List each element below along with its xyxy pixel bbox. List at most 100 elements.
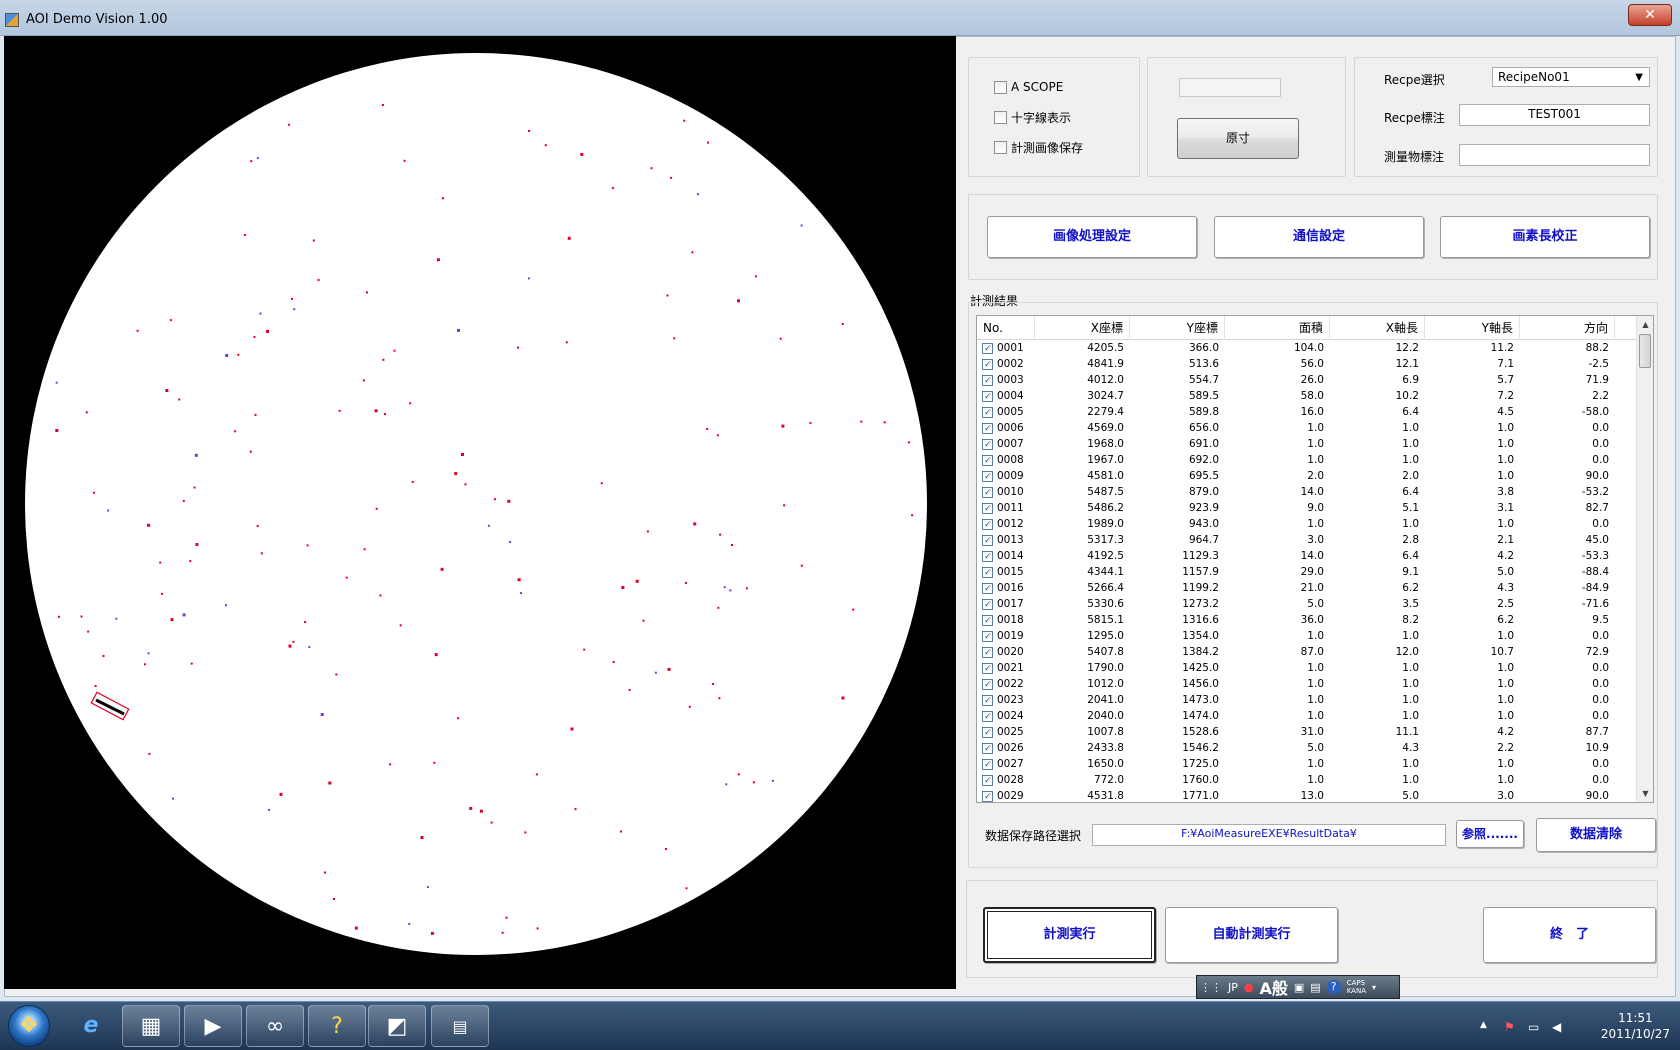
row-checkbox[interactable] (982, 373, 993, 389)
row-checkbox[interactable] (982, 501, 993, 517)
column-header-direction[interactable]: 方向 (1520, 316, 1615, 340)
table-row[interactable]: 0003 4012.0 554.7 26.0 6.9 5.7 71.9 (977, 372, 1637, 389)
file-explorer-icon[interactable]: ▦ (122, 1005, 180, 1047)
row-checkbox[interactable] (982, 453, 993, 469)
table-row[interactable]: 0025 1007.8 1528.6 31.0 11.1 4.2 87.7 (977, 724, 1637, 741)
row-checkbox[interactable] (982, 661, 993, 677)
table-row[interactable]: 0002 4841.9 513.6 56.0 12.1 7.1 -2.5 (977, 356, 1637, 373)
table-row[interactable]: 0020 5407.8 1384.2 87.0 12.0 10.7 72.9 (977, 644, 1637, 661)
grip-icon[interactable]: ⋮⋮ (1200, 981, 1222, 994)
action-center-flag-icon[interactable]: ⚑ (1504, 1020, 1515, 1034)
inspection-image-view[interactable] (4, 36, 956, 989)
table-row[interactable]: 0022 1012.0 1456.0 1.0 1.0 1.0 0.0 (977, 676, 1637, 693)
row-checkbox[interactable] (982, 645, 993, 661)
media-player-icon[interactable]: ▶ (184, 1005, 242, 1047)
chevron-down-icon[interactable]: ▾ (1372, 983, 1376, 992)
row-checkbox[interactable] (982, 517, 993, 533)
tools-icon[interactable]: ▤ (1310, 981, 1320, 994)
auto-measure-button[interactable]: 自動計測実行 (1165, 907, 1338, 963)
table-row[interactable]: 0005 2279.4 589.8 16.0 6.4 4.5 -58.0 (977, 404, 1637, 421)
row-checkbox[interactable] (982, 725, 993, 741)
table-row[interactable]: 0006 4569.0 656.0 1.0 1.0 1.0 0.0 (977, 420, 1637, 437)
mfc-app-icon[interactable]: ▤ (431, 1005, 489, 1047)
column-header-x-length[interactable]: X軸長 (1330, 316, 1425, 340)
table-row[interactable]: 0016 5266.4 1199.2 21.0 6.2 4.3 -84.9 (977, 580, 1637, 597)
dictionary-icon[interactable]: ▣ (1294, 981, 1304, 994)
table-row[interactable]: 0008 1967.0 692.0 1.0 1.0 1.0 0.0 (977, 452, 1637, 469)
scroll-down-icon[interactable]: ▼ (1637, 785, 1653, 802)
ime-language[interactable]: JP (1228, 981, 1238, 994)
row-checkbox[interactable] (982, 405, 993, 421)
table-row[interactable]: 0001 4205.5 366.0 104.0 12.2 11.2 88.2 (977, 340, 1637, 357)
row-checkbox[interactable] (982, 437, 993, 453)
recipe-note-field[interactable]: TEST001 (1459, 104, 1650, 126)
table-row[interactable]: 0007 1968.0 691.0 1.0 1.0 1.0 0.0 (977, 436, 1637, 453)
row-checkbox[interactable] (982, 341, 993, 357)
row-checkbox[interactable] (982, 677, 993, 693)
table-row[interactable]: 0021 1790.0 1425.0 1.0 1.0 1.0 0.0 (977, 660, 1637, 677)
actual-size-button[interactable]: 原寸 (1177, 118, 1299, 159)
ascope-option[interactable]: A SCOPE (994, 79, 1063, 95)
save-path-field[interactable]: F:¥AoiMeasureEXE¥ResultData¥ (1092, 824, 1446, 846)
table-row[interactable]: 0014 4192.5 1129.3 14.0 6.4 4.2 -53.3 (977, 548, 1637, 565)
ime-mode[interactable]: A般 (1260, 975, 1288, 999)
row-checkbox[interactable] (982, 549, 993, 565)
table-row[interactable]: 0009 4581.0 695.5 2.0 2.0 1.0 90.0 (977, 468, 1637, 485)
row-checkbox[interactable] (982, 741, 993, 757)
results-table[interactable]: No. X座標 Y座標 面積 X軸長 Y軸長 方向 0001 4205.5 366.… (976, 315, 1654, 803)
save-image-checkbox[interactable] (994, 140, 1007, 154)
row-checkbox[interactable] (982, 597, 993, 613)
row-checkbox[interactable] (982, 581, 993, 597)
row-checkbox[interactable] (982, 485, 993, 501)
table-row[interactable]: 0013 5317.3 964.7 3.0 2.8 2.1 45.0 (977, 532, 1637, 549)
scroll-thumb[interactable] (1639, 334, 1651, 368)
table-row[interactable]: 0019 1295.0 1354.0 1.0 1.0 1.0 0.0 (977, 628, 1637, 645)
row-checkbox[interactable] (982, 421, 993, 437)
table-row[interactable]: 0018 5815.1 1316.6 36.0 8.2 6.2 9.5 (977, 612, 1637, 629)
document-icon[interactable]: ◩ (368, 1005, 426, 1047)
column-header-y[interactable]: Y座標 (1130, 316, 1225, 340)
table-row[interactable]: 0028 772.0 1760.0 1.0 1.0 1.0 0.0 (977, 772, 1637, 789)
chevron-down-icon[interactable]: ▼ (1635, 69, 1643, 87)
clear-data-button[interactable]: 数据清除 (1536, 818, 1656, 852)
close-button[interactable]: ✕ (1628, 4, 1672, 26)
crosshair-option[interactable]: 十字線表示 (994, 109, 1071, 125)
pixel-calibration-button[interactable]: 画素長校正 (1440, 216, 1650, 258)
table-row[interactable]: 0027 1650.0 1725.0 1.0 1.0 1.0 0.0 (977, 756, 1637, 773)
table-row[interactable]: 0017 5330.6 1273.2 5.0 3.5 2.5 -71.6 (977, 596, 1637, 613)
object-note-field[interactable] (1459, 144, 1650, 166)
table-row[interactable]: 0010 5487.5 879.0 14.0 6.4 3.8 -53.2 (977, 484, 1637, 501)
scroll-up-icon[interactable]: ▲ (1637, 316, 1653, 333)
chevron-up-icon[interactable]: ▲ (1480, 1020, 1487, 1030)
table-scrollbar[interactable]: ▲ ▼ (1636, 316, 1653, 802)
visual-studio-icon[interactable]: ∞ (246, 1005, 304, 1047)
row-checkbox[interactable] (982, 469, 993, 485)
column-header-no[interactable]: No. (977, 316, 1035, 340)
clock[interactable]: 11:51 2011/10/27 (1601, 1010, 1670, 1042)
ime-indicator-icon[interactable]: ● (1244, 981, 1254, 994)
volume-icon[interactable]: ◀ (1552, 1020, 1561, 1034)
row-checkbox[interactable] (982, 389, 993, 405)
ascope-checkbox[interactable] (994, 80, 1007, 94)
row-checkbox[interactable] (982, 533, 993, 549)
table-row[interactable]: 0011 5486.2 923.9 9.0 5.1 3.1 82.7 (977, 500, 1637, 517)
help-viewer-icon[interactable]: ? (308, 1005, 366, 1047)
row-checkbox[interactable] (982, 709, 993, 725)
recipe-select[interactable]: RecipeNo01 ▼ (1492, 67, 1650, 87)
row-checkbox[interactable] (982, 693, 993, 709)
measure-button[interactable]: 計測実行 (983, 907, 1156, 963)
row-checkbox[interactable] (982, 357, 993, 373)
network-icon[interactable]: ▭ (1528, 1020, 1539, 1034)
row-checkbox[interactable] (982, 565, 993, 581)
table-row[interactable]: 0029 4531.8 1771.0 13.0 5.0 3.0 90.0 (977, 788, 1637, 802)
communication-settings-button[interactable]: 通信設定 (1214, 216, 1424, 258)
column-header-x[interactable]: X座標 (1035, 316, 1130, 340)
row-checkbox[interactable] (982, 757, 993, 773)
crosshair-checkbox[interactable] (994, 110, 1007, 124)
table-row[interactable]: 0026 2433.8 1546.2 5.0 4.3 2.2 10.9 (977, 740, 1637, 757)
column-header-y-length[interactable]: Y軸長 (1425, 316, 1520, 340)
table-row[interactable]: 0023 2041.0 1473.0 1.0 1.0 1.0 0.0 (977, 692, 1637, 709)
table-row[interactable]: 0012 1989.0 943.0 1.0 1.0 1.0 0.0 (977, 516, 1637, 533)
save-image-option[interactable]: 計測画像保存 (994, 139, 1083, 155)
help-icon[interactable]: ? (1326, 980, 1341, 994)
